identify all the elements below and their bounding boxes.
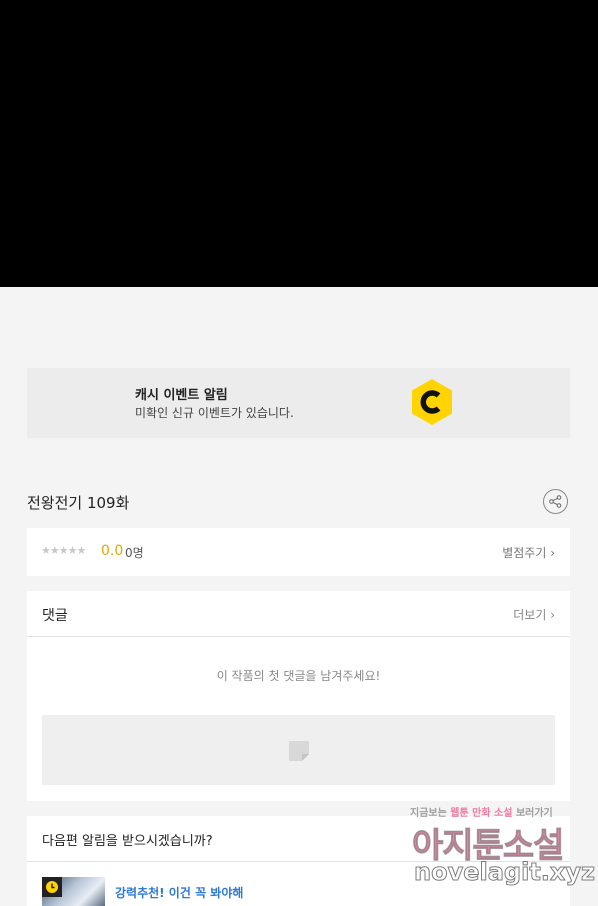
comment-title: 댓글 — [42, 608, 68, 624]
viewer-black-area — [0, 0, 598, 287]
rating-card: ★★★★★ 0.0 0명 별점주기 › — [27, 528, 570, 576]
next-episode-alert-title: 다음편 알림을 받으시겠습니까? — [42, 834, 213, 849]
share-button[interactable] — [543, 489, 568, 514]
event-banner-title: 캐시 이벤트 알림 — [135, 388, 228, 403]
rating-count: 0명 — [125, 546, 144, 560]
rating-score: 0.0 — [101, 543, 124, 559]
next-episode-section: 다음편 알림을 받으시겠습니까? 강력추천! 이건 꼭 봐야해 — [27, 816, 570, 906]
recommendation-link[interactable]: 강력추천! 이건 꼭 봐야해 — [115, 884, 243, 901]
comment-section: 댓글 더보기 › 이 작품의 첫 댓글을 남겨주세요! — [27, 591, 570, 801]
comment-input[interactable] — [42, 715, 555, 785]
clock-icon — [46, 881, 58, 893]
empty-comment-message: 이 작품의 첫 댓글을 남겨주세요! — [216, 669, 381, 683]
episode-title: 전왕전기 109화 — [27, 494, 130, 512]
recommendation-thumbnail[interactable] — [42, 877, 105, 906]
share-icon — [549, 495, 562, 508]
rate-button[interactable]: 별점주기 › — [502, 544, 555, 561]
next-episode-header[interactable]: 다음편 알림을 받으시겠습니까? — [27, 816, 570, 862]
clock-badge — [42, 877, 62, 897]
event-banner-description: 미확인 신규 이벤트가 있습니다. — [135, 406, 294, 420]
comment-write-icon — [289, 741, 309, 761]
rating-stars: ★★★★★ — [41, 544, 86, 557]
cash-event-banner[interactable]: 캐시 이벤트 알림 미확인 신규 이벤트가 있습니다. — [27, 368, 570, 438]
comment-header: 댓글 더보기 › — [27, 591, 570, 637]
comment-more-link[interactable]: 더보기 › — [513, 606, 555, 623]
cash-c-icon — [412, 379, 452, 425]
